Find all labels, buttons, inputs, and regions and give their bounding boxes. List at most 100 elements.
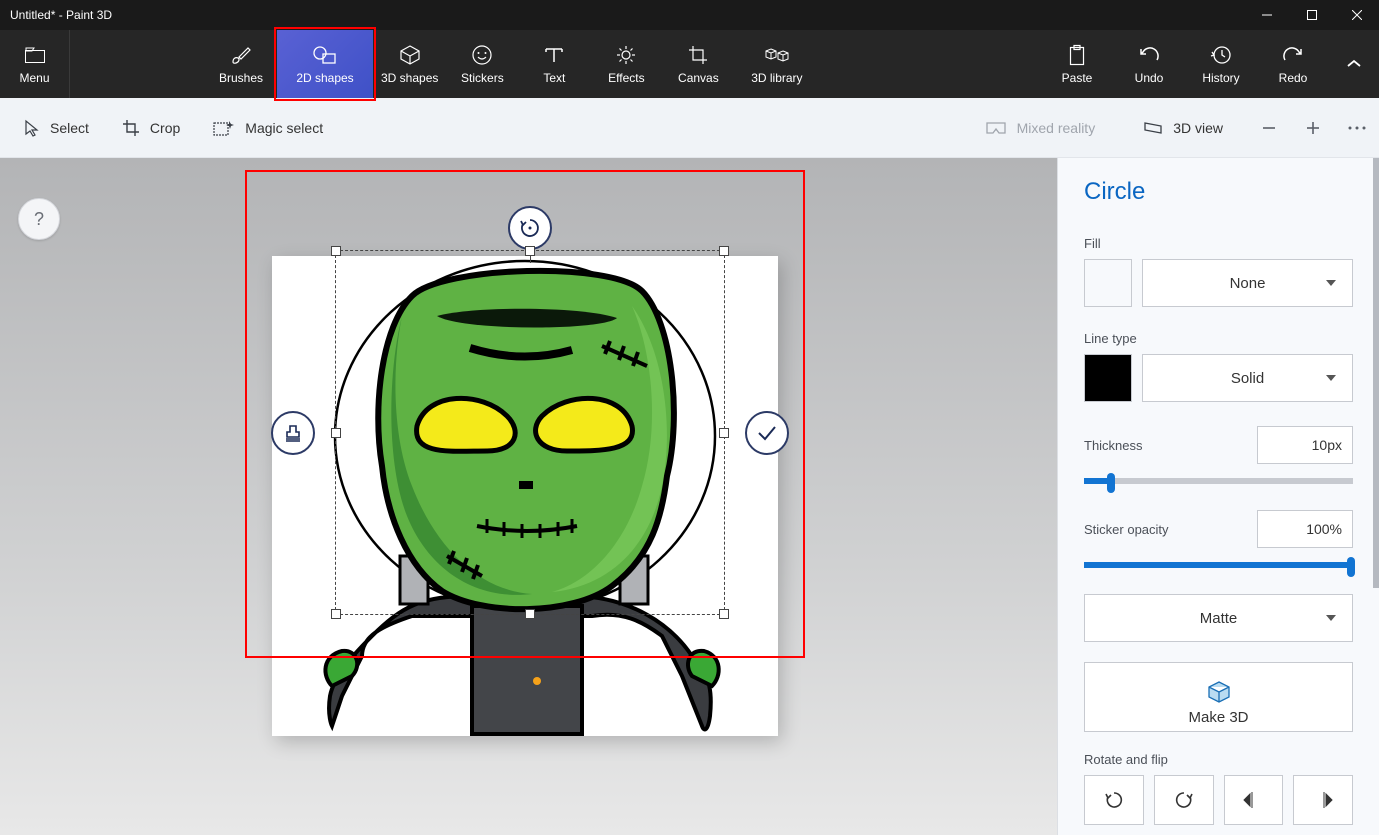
fill-color-swatch[interactable]	[1084, 259, 1132, 307]
zoom-in-button[interactable]	[1301, 116, 1325, 140]
3d-shapes-label: 3D shapes	[381, 71, 438, 85]
clipboard-icon	[1068, 43, 1086, 67]
rotate-handle[interactable]	[508, 206, 552, 250]
history-button[interactable]: History	[1185, 30, 1257, 98]
resize-handle-br[interactable]	[719, 609, 729, 619]
resize-handle-bl[interactable]	[331, 609, 341, 619]
undo-icon	[1138, 43, 1160, 67]
3d-shapes-tab[interactable]: 3D shapes	[373, 30, 446, 98]
fill-type-dropdown[interactable]: None	[1142, 259, 1353, 307]
canvas-tab[interactable]: Canvas	[662, 30, 734, 98]
main-area: ?	[0, 158, 1379, 835]
effects-tab[interactable]: Effects	[590, 30, 662, 98]
main-toolbar: Menu Brushes 2D shapes 3D shapes Sticker…	[0, 30, 1379, 98]
rotate-cw-button[interactable]	[1154, 775, 1214, 825]
selection-box[interactable]	[335, 250, 725, 615]
maximize-button[interactable]	[1289, 0, 1334, 30]
folder-icon	[25, 43, 45, 67]
surface-dropdown[interactable]: Matte	[1084, 594, 1353, 642]
thickness-input[interactable]	[1257, 426, 1353, 464]
rotate-ccw-button[interactable]	[1084, 775, 1144, 825]
help-glyph: ?	[34, 209, 44, 230]
magic-icon	[213, 119, 235, 137]
line-color-swatch[interactable]	[1084, 354, 1132, 402]
line-type-dropdown[interactable]: Solid	[1142, 354, 1353, 402]
rotate-flip-label: Rotate and flip	[1084, 752, 1353, 767]
paste-label: Paste	[1062, 71, 1093, 85]
canvas-viewport[interactable]: ?	[0, 158, 1057, 835]
vr-icon	[985, 121, 1007, 135]
stamp-button[interactable]	[271, 411, 315, 455]
opacity-input[interactable]	[1257, 510, 1353, 548]
cubes-icon	[764, 43, 790, 67]
cube-icon	[399, 43, 421, 67]
crop-tool[interactable]: Crop	[108, 113, 194, 143]
undo-label: Undo	[1135, 71, 1164, 85]
brush-icon	[229, 43, 253, 67]
canvas-label: Canvas	[678, 71, 719, 85]
3dview-label: 3D view	[1173, 120, 1223, 136]
smiley-icon	[471, 43, 493, 67]
stickers-label: Stickers	[461, 71, 504, 85]
crop-label: Crop	[150, 120, 180, 136]
effects-label: Effects	[608, 71, 644, 85]
undo-button[interactable]: Undo	[1113, 30, 1185, 98]
resize-handle-tr[interactable]	[719, 246, 729, 256]
minimize-button[interactable]	[1244, 0, 1289, 30]
fill-dropdown-value: None	[1230, 275, 1266, 292]
brushes-label: Brushes	[219, 71, 263, 85]
resize-handle-ml[interactable]	[331, 428, 341, 438]
paste-button[interactable]: Paste	[1041, 30, 1113, 98]
magic-select-tool[interactable]: Magic select	[199, 113, 337, 143]
history-label: History	[1202, 71, 1239, 85]
text-icon	[544, 43, 564, 67]
commit-button[interactable]	[745, 411, 789, 455]
zoom-out-button[interactable]	[1257, 116, 1281, 140]
opacity-slider[interactable]	[1084, 562, 1353, 568]
mixed-label: Mixed reality	[1017, 120, 1096, 136]
resize-handle-bm[interactable]	[525, 609, 535, 619]
make-3d-button[interactable]: Make 3D	[1084, 662, 1353, 732]
select-tool[interactable]: Select	[10, 113, 103, 143]
fill-label: Fill	[1084, 236, 1353, 251]
perspective-icon	[1143, 120, 1163, 136]
help-button[interactable]: ?	[18, 198, 60, 240]
redo-label: Redo	[1279, 71, 1308, 85]
panel-heading: Circle	[1084, 178, 1353, 206]
resize-handle-tl[interactable]	[331, 246, 341, 256]
scrollbar[interactable]	[1373, 158, 1379, 588]
crop-icon	[687, 43, 709, 67]
history-icon	[1210, 43, 1232, 67]
menu-button[interactable]: Menu	[0, 30, 70, 98]
menu-label: Menu	[19, 71, 49, 85]
cube-3d-icon	[1206, 679, 1232, 705]
3d-view-button[interactable]: 3D view	[1129, 114, 1237, 142]
flip-horizontal-button[interactable]	[1224, 775, 1284, 825]
more-options-button[interactable]	[1345, 116, 1369, 140]
redo-button[interactable]: Redo	[1257, 30, 1329, 98]
properties-panel: Circle Fill None Line type Solid Thickne…	[1057, 158, 1379, 835]
2d-shapes-icon	[312, 43, 338, 67]
thickness-slider[interactable]	[1084, 478, 1353, 484]
flip-vertical-button[interactable]	[1293, 775, 1353, 825]
secondary-toolbar: Select Crop Magic select Mixed reality 3…	[0, 98, 1379, 158]
resize-handle-mr[interactable]	[719, 428, 729, 438]
title-bar: Untitled* - Paint 3D	[0, 0, 1379, 30]
brushes-tab[interactable]: Brushes	[205, 30, 277, 98]
surface-value: Matte	[1200, 610, 1238, 627]
select-label: Select	[50, 120, 89, 136]
mixed-reality-button: Mixed reality	[971, 114, 1110, 142]
3d-library-tab[interactable]: 3D library	[734, 30, 819, 98]
stickers-tab[interactable]: Stickers	[446, 30, 518, 98]
text-tab[interactable]: Text	[518, 30, 590, 98]
opacity-label: Sticker opacity	[1084, 522, 1169, 537]
resize-handle-tm[interactable]	[525, 246, 535, 256]
crop-tool-icon	[122, 119, 140, 137]
2d-shapes-tab[interactable]: 2D shapes	[277, 30, 373, 98]
make-3d-label: Make 3D	[1188, 709, 1248, 726]
close-button[interactable]	[1334, 0, 1379, 30]
cursor-icon	[24, 119, 40, 137]
collapse-panel-button[interactable]	[1329, 30, 1379, 98]
window-controls	[1244, 0, 1379, 30]
2d-shapes-label: 2D shapes	[296, 71, 353, 85]
